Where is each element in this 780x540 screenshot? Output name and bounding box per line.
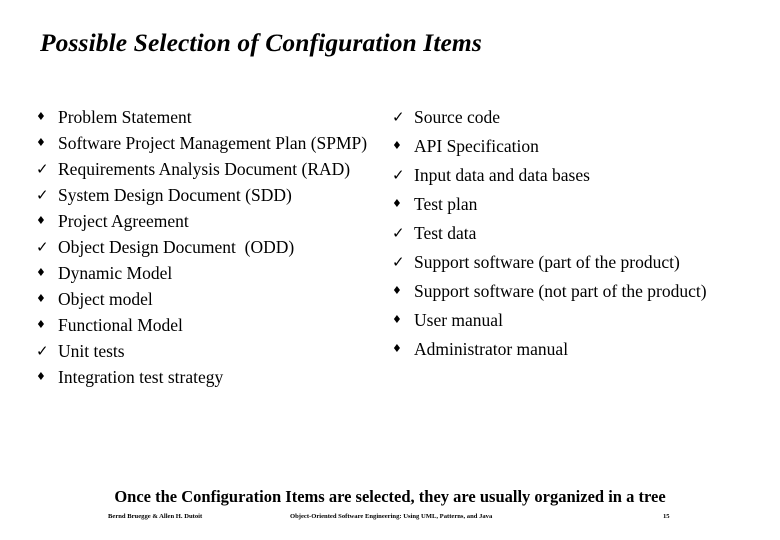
configuration-item-label: Dynamic Model xyxy=(58,263,173,283)
diamond-bullet-icon: ♦ xyxy=(36,292,46,305)
configuration-item-label: Administrator manual xyxy=(414,339,569,359)
configuration-item: ✓ Source code xyxy=(392,104,764,130)
footer-book-title: Object-Oriented Software Engineering: Us… xyxy=(290,513,493,520)
configuration-item-label: API Specification xyxy=(414,136,539,156)
configuration-item-label: Test data xyxy=(414,223,477,243)
slide-footer: Bernd Bruegge & Allen H. Dutoit Object-O… xyxy=(0,513,780,527)
configuration-item-label: Support software (part of the product) xyxy=(414,252,680,272)
configuration-item-label: Unit tests xyxy=(58,341,125,361)
configuration-item-label: Object model xyxy=(58,289,153,309)
diamond-bullet-icon: ♦ xyxy=(392,139,402,152)
diamond-bullet-icon: ♦ xyxy=(392,342,402,355)
configuration-item: ♦ Functional Model xyxy=(36,312,376,338)
configuration-item: ♦ Dynamic Model xyxy=(36,260,376,286)
configuration-item: ✓ Object Design Document (ODD) xyxy=(36,234,376,260)
configuration-item: ✓ Support software (part of the product) xyxy=(392,249,764,275)
diamond-bullet-icon: ♦ xyxy=(392,284,402,297)
configuration-item-label: Project Agreement xyxy=(58,211,189,231)
configuration-item-label: User manual xyxy=(414,310,503,330)
configuration-item: ♦ Software Project Management Plan (SPMP) xyxy=(36,130,376,156)
diamond-bullet-icon: ♦ xyxy=(392,197,402,210)
configuration-item-label: Support software (not part of the produc… xyxy=(414,281,707,301)
configuration-item: ♦ Integration test strategy xyxy=(36,364,376,390)
check-icon: ✓ xyxy=(36,342,49,360)
configuration-item-label: Test plan xyxy=(414,194,478,214)
configuration-items-right-column: ✓ Source code ♦ API Specification ✓ Input dat… xyxy=(392,104,764,365)
diamond-bullet-icon: ♦ xyxy=(392,313,402,326)
configuration-item-label: Input data and data bases xyxy=(414,165,590,185)
configuration-item: ✓ Input data and data bases xyxy=(392,162,764,188)
configuration-item: ♦ API Specification xyxy=(392,133,764,159)
page-title: Possible Selection of Configuration Item… xyxy=(40,28,482,57)
configuration-item: ✓ Requirements Analysis Document (RAD) xyxy=(36,156,376,182)
configuration-item-label: Integration test strategy xyxy=(58,367,224,387)
diamond-bullet-icon: ♦ xyxy=(36,318,46,331)
configuration-item: ♦ User manual xyxy=(392,307,764,333)
configuration-item-label: Software Project Management Plan (SPMP) xyxy=(58,133,368,153)
check-icon: ✓ xyxy=(392,253,405,271)
configuration-items-left-column: ♦ Problem Statement ♦ Software Project Mana… xyxy=(36,104,376,390)
diamond-bullet-icon: ♦ xyxy=(36,370,46,383)
configuration-item: ♦ Object model xyxy=(36,286,376,312)
check-icon: ✓ xyxy=(392,224,405,242)
configuration-item-label: Requirements Analysis Document (RAD) xyxy=(58,159,351,179)
diamond-bullet-icon: ♦ xyxy=(36,110,46,123)
configuration-item-label: System Design Document (SDD) xyxy=(58,185,292,205)
configuration-item: ✓ Unit tests xyxy=(36,338,376,364)
check-icon: ✓ xyxy=(392,108,405,126)
configuration-item: ♦ Project Agreement xyxy=(36,208,376,234)
slide-caption: Once the Configuration Items are selecte… xyxy=(114,487,666,506)
configuration-item-label: Functional Model xyxy=(58,315,183,335)
check-icon: ✓ xyxy=(392,166,405,184)
configuration-item: ✓ Test data xyxy=(392,220,764,246)
diamond-bullet-icon: ♦ xyxy=(36,214,46,227)
check-icon: ✓ xyxy=(36,186,49,204)
check-icon: ✓ xyxy=(36,160,49,178)
footer-authors: Bernd Bruegge & Allen H. Dutoit xyxy=(108,513,203,520)
configuration-item: ✓ System Design Document (SDD) xyxy=(36,182,376,208)
configuration-item-label: Source code xyxy=(414,107,501,127)
configuration-item: ♦ Problem Statement xyxy=(36,104,376,130)
configuration-item: ♦ Support software (not part of the produ… xyxy=(392,278,764,304)
diamond-bullet-icon: ♦ xyxy=(36,266,46,279)
configuration-item: ♦ Administrator manual xyxy=(392,336,764,362)
configuration-item-label: Problem Statement xyxy=(58,107,192,127)
check-icon: ✓ xyxy=(36,238,49,256)
configuration-item: ♦ Test plan xyxy=(392,191,764,217)
slide-canvas: Possible Selection of Configuration Item… xyxy=(0,0,780,540)
configuration-item-label: Object Design Document (ODD) xyxy=(58,237,295,257)
diamond-bullet-icon: ♦ xyxy=(36,136,46,149)
footer-page-number: 15 xyxy=(663,513,670,520)
